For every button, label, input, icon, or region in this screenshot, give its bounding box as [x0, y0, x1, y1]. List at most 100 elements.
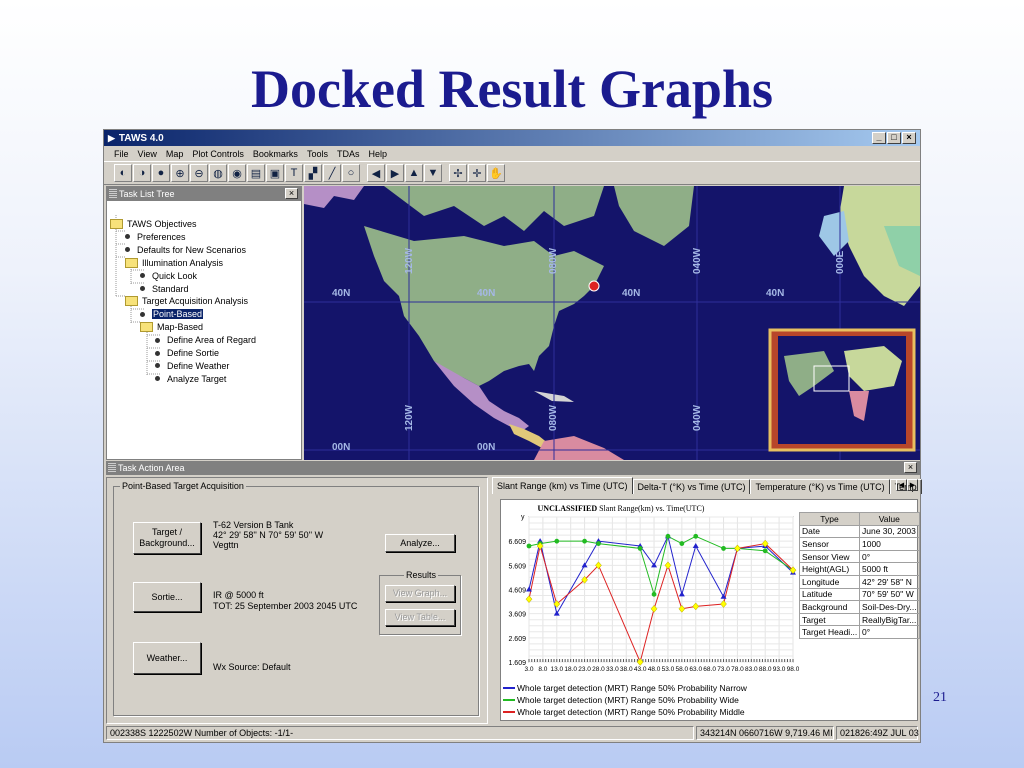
- weather-button[interactable]: Weather...: [133, 642, 201, 674]
- grip-icon[interactable]: [109, 189, 117, 199]
- map-view[interactable]: 40N 40N 40N 40N 00N 00N 120W 080W 040W 0…: [304, 186, 920, 460]
- info-value: June 30, 2003: [859, 524, 920, 539]
- menu-tools[interactable]: Tools: [307, 149, 328, 159]
- tab-scroll-right-icon[interactable]: ▶: [907, 479, 918, 491]
- slide-title: Docked Result Graphs: [250, 59, 774, 119]
- task-action-area-title: Task Action Area: [118, 463, 185, 473]
- lat-label: 40N: [766, 288, 785, 299]
- target-background-button[interactable]: Target / Background...: [133, 522, 201, 554]
- tree-item[interactable]: Defaults for New Scenarios: [125, 244, 246, 256]
- lon-label: 120W: [404, 247, 415, 274]
- document-icon[interactable]: ▤: [247, 164, 265, 182]
- text-tool-icon[interactable]: T: [285, 164, 303, 182]
- tree-item[interactable]: Preferences: [125, 231, 186, 243]
- data-point-wide[interactable]: [679, 541, 685, 546]
- tree-item[interactable]: Define Sortie: [155, 347, 219, 359]
- world-icon[interactable]: ◍: [209, 164, 227, 182]
- menu-file[interactable]: File: [114, 149, 129, 159]
- tree-item-label: TAWS Objectives: [127, 219, 197, 229]
- maximize-button[interactable]: □: [887, 132, 901, 144]
- data-point-wide[interactable]: [651, 591, 657, 597]
- tree-item[interactable]: Define Weather: [155, 360, 229, 372]
- tree-item[interactable]: TAWS Objectives: [110, 218, 197, 230]
- menu-help[interactable]: Help: [368, 149, 387, 159]
- color-flag-icon[interactable]: ▞: [304, 164, 322, 182]
- menu-plot-controls[interactable]: Plot Controls: [192, 149, 244, 159]
- earth-icon[interactable]: ◉: [228, 164, 246, 182]
- camera-icon[interactable]: ▣: [266, 164, 284, 182]
- menu-map[interactable]: Map: [166, 149, 184, 159]
- x-tick-label: 98.0: [787, 666, 799, 673]
- menu-bookmarks[interactable]: Bookmarks: [253, 149, 298, 159]
- tree-item[interactable]: Standard: [140, 283, 189, 295]
- bullet-icon: [140, 273, 145, 279]
- minimize-button[interactable]: _: [872, 132, 886, 144]
- tab-temperature[interactable]: Temperature (°K) vs Time (UTC): [750, 479, 890, 494]
- tree-item[interactable]: Illumination Analysis: [125, 257, 223, 269]
- map-canvas[interactable]: [304, 186, 920, 460]
- info-value: 0°: [859, 625, 920, 639]
- sortie-button[interactable]: Sortie...: [133, 582, 201, 612]
- results-group: Results: [379, 570, 461, 635]
- data-point-wide[interactable]: [693, 533, 699, 539]
- tree-item[interactable]: Quick Look: [140, 270, 197, 282]
- close-tree-button[interactable]: ×: [285, 188, 298, 199]
- window-titlebar[interactable]: ▶ TAWS 4.0 _ □ ×: [104, 130, 920, 146]
- data-point-wide[interactable]: [554, 538, 560, 544]
- data-point-wide[interactable]: [721, 546, 726, 551]
- tab-scroll-left-icon[interactable]: ◀: [896, 479, 907, 491]
- results-title: Results: [404, 570, 439, 580]
- circle-tool-icon[interactable]: ○: [342, 164, 360, 182]
- info-row: Sensor 1000: [799, 537, 920, 551]
- tree-item-label: Define Sortie: [167, 348, 220, 358]
- data-point-wide[interactable]: [637, 546, 643, 551]
- tree-item-label: Quick Look: [152, 270, 198, 281]
- hand-icon[interactable]: ✋: [487, 164, 505, 182]
- tree-item[interactable]: Target Acquisition Analysis: [125, 295, 248, 307]
- tree-item[interactable]: Define Area of Regard: [155, 334, 256, 346]
- menu-view[interactable]: View: [138, 149, 157, 159]
- tree-item[interactable]: Analyze Target: [155, 373, 226, 385]
- crosshair-icon[interactable]: ✛: [468, 164, 486, 182]
- close-button[interactable]: ×: [902, 132, 916, 144]
- arrow-right-icon[interactable]: ▶: [386, 164, 404, 182]
- info-key: Date: [799, 524, 860, 539]
- arrow-left-icon[interactable]: ◀: [367, 164, 385, 182]
- lat-label: 00N: [332, 442, 351, 453]
- legend-label: Whole target detection (MRT) Range 50% P…: [517, 683, 747, 693]
- arrow-down-icon[interactable]: ▼: [424, 164, 442, 182]
- tab-scroll: ◀ ▶: [896, 479, 918, 491]
- globe-icon[interactable]: ◑: [133, 164, 151, 182]
- legend-item: Whole target detection (MRT) Range 50% P…: [503, 706, 747, 718]
- arrow-up-icon[interactable]: ▲: [405, 164, 423, 182]
- tree-item-label: Point-Based: [152, 309, 204, 320]
- info-value: 42° 29' 58'' N: [859, 574, 920, 589]
- tab-delta-t[interactable]: Delta-T (°K) vs Time (UTC): [632, 479, 751, 494]
- data-point-wide[interactable]: [582, 538, 587, 544]
- view-table-button[interactable]: View Table...: [385, 609, 455, 626]
- data-point-wide[interactable]: [762, 548, 768, 554]
- view-graph-button[interactable]: View Graph...: [385, 585, 455, 602]
- pan-cross-icon[interactable]: ✢: [449, 164, 467, 182]
- zoom-in-icon[interactable]: ⊕: [171, 164, 189, 182]
- target-marker-icon[interactable]: [588, 280, 600, 292]
- tree-item[interactable]: Map-Based: [140, 321, 203, 333]
- zoom-out-icon[interactable]: ⊖: [190, 164, 208, 182]
- info-key: Sensor View: [799, 549, 860, 564]
- info-value: ReallyBigTar...: [859, 612, 920, 627]
- close-action-area-button[interactable]: ×: [904, 462, 917, 473]
- folder-icon: [125, 257, 138, 268]
- data-point-wide[interactable]: [526, 543, 532, 549]
- data-point-wide[interactable]: [665, 533, 671, 539]
- grip-icon[interactable]: [108, 463, 116, 473]
- analyze-button[interactable]: Analyze...: [385, 534, 455, 552]
- globe-east-icon[interactable]: ●: [152, 164, 170, 182]
- tree-item[interactable]: Point-Based: [140, 308, 204, 320]
- legend-label: Whole target detection (MRT) Range 50% P…: [517, 695, 739, 705]
- bullet-icon: [155, 363, 160, 369]
- globe-west-icon[interactable]: ◐: [114, 164, 132, 182]
- line-tool-icon[interactable]: ╱: [323, 164, 341, 182]
- menu-tdas[interactable]: TDAs: [337, 149, 360, 159]
- tab-slant-range[interactable]: Slant Range (km) vs Time (UTC): [492, 477, 633, 494]
- data-point-wide[interactable]: [596, 541, 601, 546]
